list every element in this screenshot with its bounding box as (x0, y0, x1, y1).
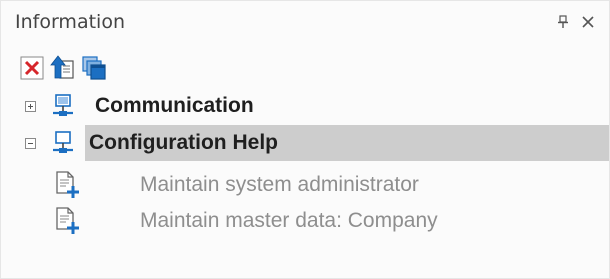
tree-node-configuration-help[interactable]: Configuration Help (1, 125, 609, 161)
document-add-icon (56, 207, 79, 234)
tree-node-label: Configuration Help (89, 131, 278, 154)
tree-node-communication[interactable]: Communication (1, 89, 609, 125)
windows-button[interactable] (81, 55, 107, 81)
document-add-icon (56, 171, 79, 198)
tree-leaf[interactable]: Maintain system administrator (1, 167, 609, 203)
toolbar (19, 55, 107, 81)
tree-node-label: Communication (95, 94, 254, 117)
tree-leaf-label[interactable]: Maintain master data: Company (140, 209, 438, 233)
network-icon (53, 131, 73, 153)
delete-icon (20, 56, 44, 80)
information-panel: Information Communication Configuration … (0, 0, 610, 279)
collapse-toggle[interactable] (25, 138, 36, 149)
panel-title: Information (15, 11, 125, 33)
tree-leaf-label[interactable]: Maintain system administrator (140, 173, 419, 197)
import-button[interactable] (50, 55, 76, 81)
tree-leaf[interactable]: Maintain master data: Company (1, 203, 609, 239)
close-icon[interactable] (579, 12, 597, 32)
expand-toggle[interactable] (25, 101, 36, 112)
windows-icon (82, 56, 106, 80)
panel-header: Information (1, 1, 609, 45)
import-icon (50, 55, 74, 79)
network-icon (53, 94, 73, 116)
delete-button[interactable] (19, 55, 45, 81)
pin-icon[interactable] (554, 12, 572, 32)
